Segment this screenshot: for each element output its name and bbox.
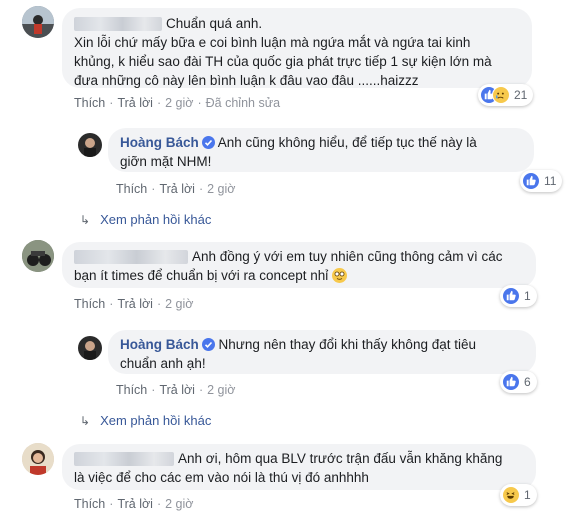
avatar[interactable] xyxy=(78,133,102,157)
like-reaction-icon xyxy=(502,373,520,391)
like-link[interactable]: Thích xyxy=(74,297,105,311)
comment-actions: Thích · Trả lời · 2 giờ · Đã chỉnh sửa xyxy=(74,96,281,110)
reply-bubble: Hoàng Bách Nhưng nên thay đổi khi thấy k… xyxy=(108,330,536,374)
reaction-number: 21 xyxy=(514,88,528,102)
like-reaction-icon xyxy=(502,287,520,305)
comment-text: khủng, k hiểu sao đài TH của quốc gia ph… xyxy=(74,54,492,69)
author-name[interactable]: Hoàng Bách xyxy=(120,337,199,352)
avatar[interactable] xyxy=(22,240,54,272)
comment-text: Nhưng nên thay đổi khi thấy không đạt ti… xyxy=(218,337,476,352)
sad-reaction-icon xyxy=(492,86,510,104)
reaction-number: 1 xyxy=(524,488,531,502)
comment-text: Anh đồng ý với em tuy nhiên cũng thông c… xyxy=(192,249,503,264)
reaction-number: 6 xyxy=(524,375,531,389)
reply-link[interactable]: Trả lời xyxy=(159,182,195,196)
view-more-replies[interactable]: ↳ Xem phản hồi khác xyxy=(80,212,211,227)
like-link[interactable]: Thích xyxy=(74,497,105,511)
timestamp[interactable]: 2 giờ xyxy=(207,383,235,397)
comment-text: Chuẩn quá anh. xyxy=(166,16,263,31)
comment-bubble: Anh ơi, hôm qua BLV trước trận đấu vẫn k… xyxy=(62,444,536,490)
like-link[interactable]: Thích xyxy=(116,182,147,196)
reaction-number: 1 xyxy=(524,289,531,303)
reaction-number: 11 xyxy=(544,174,557,188)
view-more-label[interactable]: Xem phản hồi khác xyxy=(100,413,211,428)
reaction-count[interactable]: 11 xyxy=(520,170,563,192)
timestamp[interactable]: 2 giờ xyxy=(165,297,193,311)
like-link[interactable]: Thích xyxy=(74,96,105,110)
comment-text: Xin lỗi chứ mấy bữa e coi bình luận mà n… xyxy=(74,35,471,50)
reaction-count[interactable]: 1 xyxy=(500,285,537,307)
verified-badge-icon xyxy=(201,338,215,351)
timestamp[interactable]: 2 giờ xyxy=(165,497,193,511)
author-name[interactable]: Hoàng Bách xyxy=(120,135,199,150)
comment-text: bạn ít times để chuẩn bị với ra concept … xyxy=(74,268,329,283)
timestamp[interactable]: 2 giờ xyxy=(165,96,193,110)
like-link[interactable]: Thích xyxy=(116,383,147,397)
reaction-count[interactable]: 1 xyxy=(500,484,537,506)
reply-actions: Thích · Trả lời · 2 giờ xyxy=(116,182,236,196)
like-reaction-icon xyxy=(522,172,540,190)
reply-arrow-icon: ↳ xyxy=(80,414,91,428)
reply-link[interactable]: Trả lời xyxy=(117,497,153,511)
comment-bubble: Anh đồng ý với em tuy nhiên cũng thông c… xyxy=(62,242,536,288)
comment-text: chuẩn anh ạh! xyxy=(120,356,206,371)
reply-link[interactable]: Trả lời xyxy=(117,96,153,110)
avatar[interactable] xyxy=(22,443,54,475)
blurred-author-name[interactable] xyxy=(74,17,162,31)
comment-text: giỡn mặt NHM! xyxy=(120,154,212,169)
timestamp[interactable]: 2 giờ xyxy=(207,182,235,196)
comment-text: Anh ơi, hôm qua BLV trước trận đấu vẫn k… xyxy=(178,451,503,466)
view-more-replies[interactable]: ↳ Xem phản hồi khác xyxy=(80,413,211,428)
comment-text: Anh cũng không hiểu, để tiếp tục thế này… xyxy=(217,135,477,150)
avatar[interactable] xyxy=(22,6,54,38)
reply-link[interactable]: Trả lời xyxy=(117,297,153,311)
reply-arrow-icon: ↳ xyxy=(80,213,91,227)
reaction-count[interactable]: 21 xyxy=(478,84,534,106)
reply-actions: Thích · Trả lời · 2 giờ xyxy=(116,383,236,397)
comment-actions: Thích · Trả lời · 2 giờ xyxy=(74,497,194,511)
blurred-author-name[interactable] xyxy=(74,452,174,466)
blurred-author-name[interactable] xyxy=(74,250,188,264)
reply-link[interactable]: Trả lời xyxy=(159,383,195,397)
haha-reaction-icon xyxy=(502,486,520,504)
nerd-emoji-icon xyxy=(332,268,348,283)
view-more-label[interactable]: Xem phản hồi khác xyxy=(100,212,211,227)
edited-label[interactable]: Đã chỉnh sửa xyxy=(206,96,280,110)
comment-text: là việc để cho các em vào nói là thú vị … xyxy=(74,470,369,485)
verified-badge-icon xyxy=(201,136,215,149)
comment-bubble: Chuẩn quá anh. Xin lỗi chứ mấy bữa e coi… xyxy=(62,8,532,88)
reaction-count[interactable]: 6 xyxy=(500,371,537,393)
comment-text: đưa những cô này lên bình luận k đâu vao… xyxy=(74,73,419,88)
reply-bubble: Hoàng Bách Anh cũng không hiểu, để tiếp … xyxy=(108,128,534,172)
comment-actions: Thích · Trả lời · 2 giờ xyxy=(74,297,194,311)
avatar[interactable] xyxy=(78,336,102,360)
